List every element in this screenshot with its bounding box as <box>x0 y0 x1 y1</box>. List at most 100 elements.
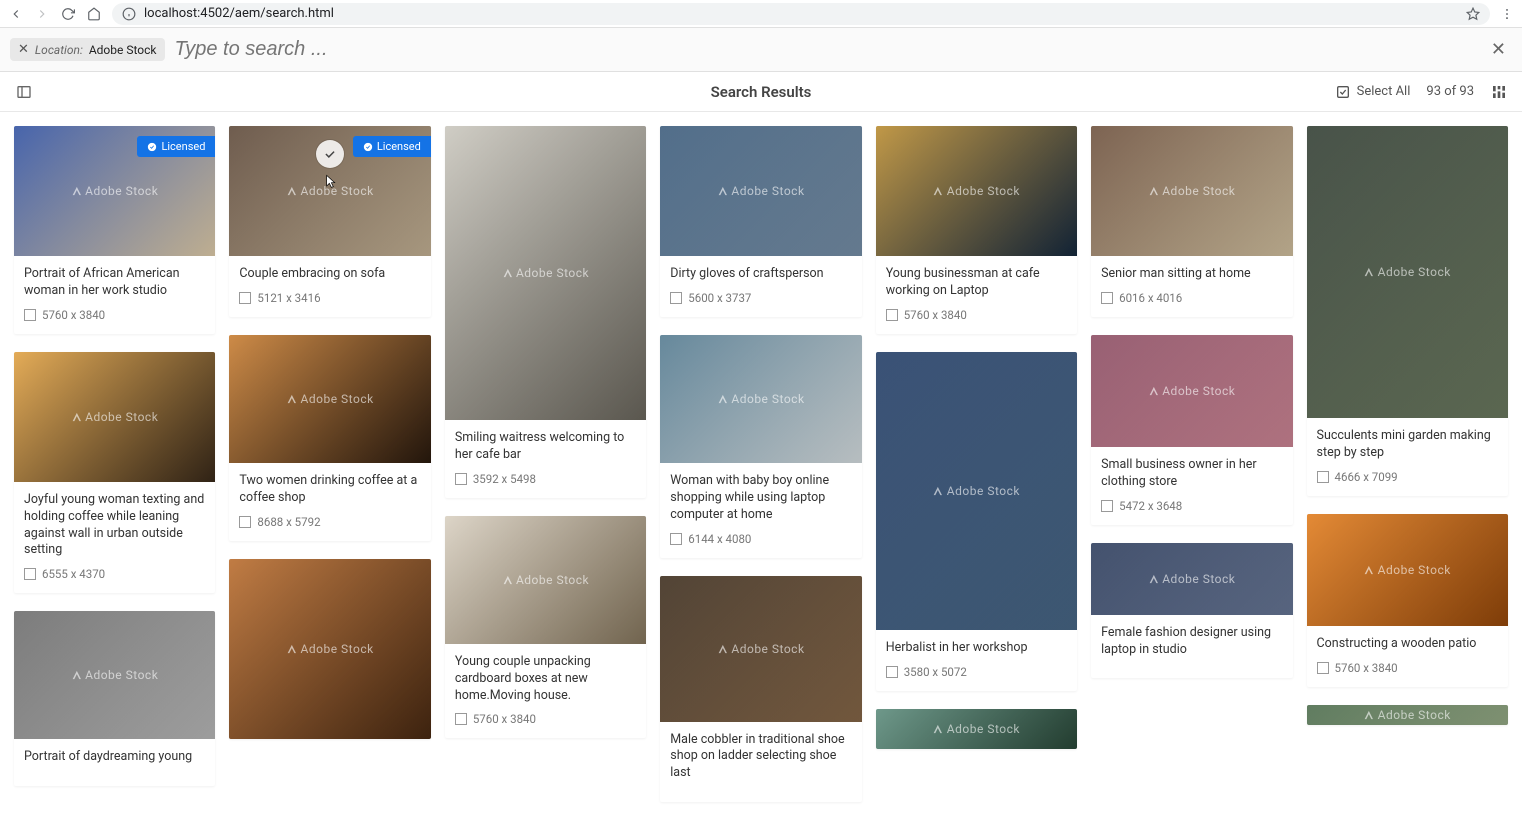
remove-chip-icon[interactable]: ✕ <box>18 42 29 57</box>
view-switch-icon[interactable] <box>1490 83 1508 101</box>
select-all-icon <box>1335 84 1351 100</box>
select-all-button[interactable]: Select All <box>1335 84 1411 100</box>
watermark: Adobe Stock <box>71 184 158 198</box>
location-filter-chip[interactable]: ✕ Location: Adobe Stock <box>10 38 165 61</box>
asset-thumbnail[interactable]: Adobe StockLicensed <box>229 126 430 256</box>
asset-card[interactable]: Adobe StockJoyful young woman texting an… <box>14 352 215 594</box>
asset-meta: Young couple unpacking cardboard boxes a… <box>445 644 646 739</box>
asset-card[interactable]: Adobe Stock Portrait of daydreaming young <box>14 611 215 786</box>
asset-title: Male cobbler in traditional shoe shop on… <box>670 732 851 783</box>
asset-card[interactable]: Adobe StockHerbalist in her workshop3580… <box>876 352 1077 691</box>
asset-card[interactable]: Adobe Stock Licensed Portrait of African A… <box>14 126 215 334</box>
asset-meta: Young businessman at cafe working on Lap… <box>876 256 1077 334</box>
asset-thumbnail[interactable]: Adobe Stock <box>1091 543 1292 615</box>
asset-card[interactable]: Adobe Stock Young couple unpacking cardbo… <box>445 516 646 739</box>
asset-meta: Portrait of African American woman in he… <box>14 256 215 334</box>
asset-thumbnail[interactable]: Adobe Stock <box>229 335 430 463</box>
dimensions-icon <box>886 666 898 678</box>
asset-meta: Herbalist in her workshop3580 x 5072 <box>876 630 1077 691</box>
star-icon[interactable] <box>1466 7 1480 21</box>
asset-thumbnail[interactable]: Adobe Stock <box>1307 514 1508 626</box>
watermark: Adobe Stock <box>1364 265 1451 279</box>
watermark: Adobe Stock <box>502 266 589 280</box>
asset-dimensions: 6016 x 4016 <box>1101 291 1282 305</box>
dimensions-icon <box>24 568 36 580</box>
asset-card[interactable]: Adobe StockLicensedCouple embracing on s… <box>229 126 430 317</box>
url-text: localhost:4502/aem/search.html <box>144 6 334 21</box>
select-ring-icon[interactable] <box>316 140 344 168</box>
asset-card[interactable]: Adobe Stock Woman with baby boy online sh… <box>660 335 861 558</box>
asset-meta: Senior man sitting at home 6016 x 4016 <box>1091 256 1292 317</box>
reload-icon[interactable] <box>60 6 76 22</box>
asset-card[interactable]: Adobe Stock Male cobbler in traditional s… <box>660 576 861 803</box>
asset-title: Portrait of daydreaming young <box>24 749 205 766</box>
asset-title: Young businessman at cafe working on Lap… <box>886 266 1067 300</box>
asset-thumbnail[interactable]: Adobe Stock Licensed <box>14 126 215 256</box>
asset-meta: Portrait of daydreaming young <box>14 739 215 786</box>
asset-card[interactable]: Adobe Stock Female fashion designer using… <box>1091 543 1292 679</box>
asset-title: Female fashion designer using laptop in … <box>1101 625 1282 659</box>
asset-card[interactable]: Adobe Stock Succulents mini garden making… <box>1307 126 1508 496</box>
asset-thumbnail[interactable]: Adobe Stock <box>445 516 646 644</box>
asset-title: Succulents mini garden making step by st… <box>1317 428 1498 462</box>
dimensions-icon <box>886 309 898 321</box>
asset-dimensions: 5121 x 3416 <box>239 291 420 305</box>
asset-thumbnail[interactable]: Adobe Stock <box>14 352 215 482</box>
asset-meta: Woman with baby boy online shopping whil… <box>660 463 861 558</box>
dimensions-icon <box>239 292 251 304</box>
asset-card[interactable]: Adobe Stock <box>229 559 430 739</box>
asset-thumbnail[interactable]: Adobe Stock <box>1091 335 1292 447</box>
toggle-rail-icon[interactable] <box>14 82 34 102</box>
asset-card[interactable]: Adobe StockDirty gloves of craftsperson5… <box>660 126 861 317</box>
asset-card[interactable]: Adobe Stock Two women drinking coffee at … <box>229 335 430 541</box>
asset-title: Two women drinking coffee at a coffee sh… <box>239 473 420 507</box>
forward-icon[interactable] <box>34 6 50 22</box>
back-icon[interactable] <box>8 6 24 22</box>
asset-title: Senior man sitting at home <box>1101 266 1282 283</box>
watermark: Adobe Stock <box>71 668 158 682</box>
watermark: Adobe Stock <box>1364 563 1451 577</box>
asset-dimensions: 5760 x 3840 <box>24 308 205 322</box>
asset-thumbnail[interactable]: Adobe Stock <box>876 352 1077 630</box>
asset-meta: Dirty gloves of craftsperson5600 x 3737 <box>660 256 861 317</box>
asset-title: Herbalist in her workshop <box>886 640 1067 657</box>
asset-thumbnail[interactable]: Adobe Stock <box>660 335 861 463</box>
result-count: 93 of 93 <box>1426 84 1474 99</box>
watermark: Adobe Stock <box>502 573 589 587</box>
watermark: Adobe Stock <box>1148 572 1235 586</box>
asset-thumbnail[interactable]: Adobe Stock <box>229 559 430 739</box>
asset-card[interactable]: Adobe StockSmiling waitress welcoming to… <box>445 126 646 498</box>
asset-dimensions: 5600 x 3737 <box>670 291 851 305</box>
asset-thumbnail[interactable]: Adobe Stock <box>876 126 1077 256</box>
asset-card[interactable]: Adobe StockConstructing a wooden patio57… <box>1307 514 1508 687</box>
dimensions-icon <box>1317 471 1329 483</box>
menu-icon[interactable] <box>1500 7 1514 21</box>
clear-search-icon[interactable]: ✕ <box>1485 39 1512 60</box>
home-icon[interactable] <box>86 6 102 22</box>
cursor-icon <box>322 172 338 192</box>
asset-dimensions: 8688 x 5792 <box>239 515 420 529</box>
asset-card[interactable]: Adobe Stock Young businessman at cafe wor… <box>876 126 1077 334</box>
asset-meta: Couple embracing on sofa5121 x 3416 <box>229 256 430 317</box>
dimensions-icon <box>1101 500 1113 512</box>
asset-thumbnail[interactable]: Adobe Stock <box>1091 126 1292 256</box>
address-bar[interactable]: localhost:4502/aem/search.html <box>112 3 1490 25</box>
watermark: Adobe Stock <box>1148 184 1235 198</box>
dimensions-icon <box>24 309 36 321</box>
watermark: Adobe Stock <box>717 642 804 656</box>
asset-title: Portrait of African American woman in he… <box>24 266 205 300</box>
watermark: Adobe Stock <box>717 392 804 406</box>
results-grid: Adobe Stock Licensed Portrait of African A… <box>0 112 1522 834</box>
asset-thumbnail[interactable]: Adobe Stock <box>1307 126 1508 418</box>
asset-thumbnail[interactable]: Adobe Stock <box>445 126 646 420</box>
dimensions-icon <box>239 516 251 528</box>
asset-title: Constructing a wooden patio <box>1317 636 1498 653</box>
dimensions-icon <box>670 533 682 545</box>
asset-card[interactable]: Adobe Stock Senior man sitting at home 601… <box>1091 126 1292 317</box>
search-input[interactable] <box>175 28 1485 71</box>
licensed-badge: Licensed <box>137 136 215 157</box>
asset-thumbnail[interactable]: Adobe Stock <box>14 611 215 739</box>
asset-card[interactable]: Adobe StockSmall business owner in her c… <box>1091 335 1292 525</box>
asset-thumbnail[interactable]: Adobe Stock <box>660 576 861 722</box>
asset-thumbnail[interactable]: Adobe Stock <box>660 126 861 256</box>
